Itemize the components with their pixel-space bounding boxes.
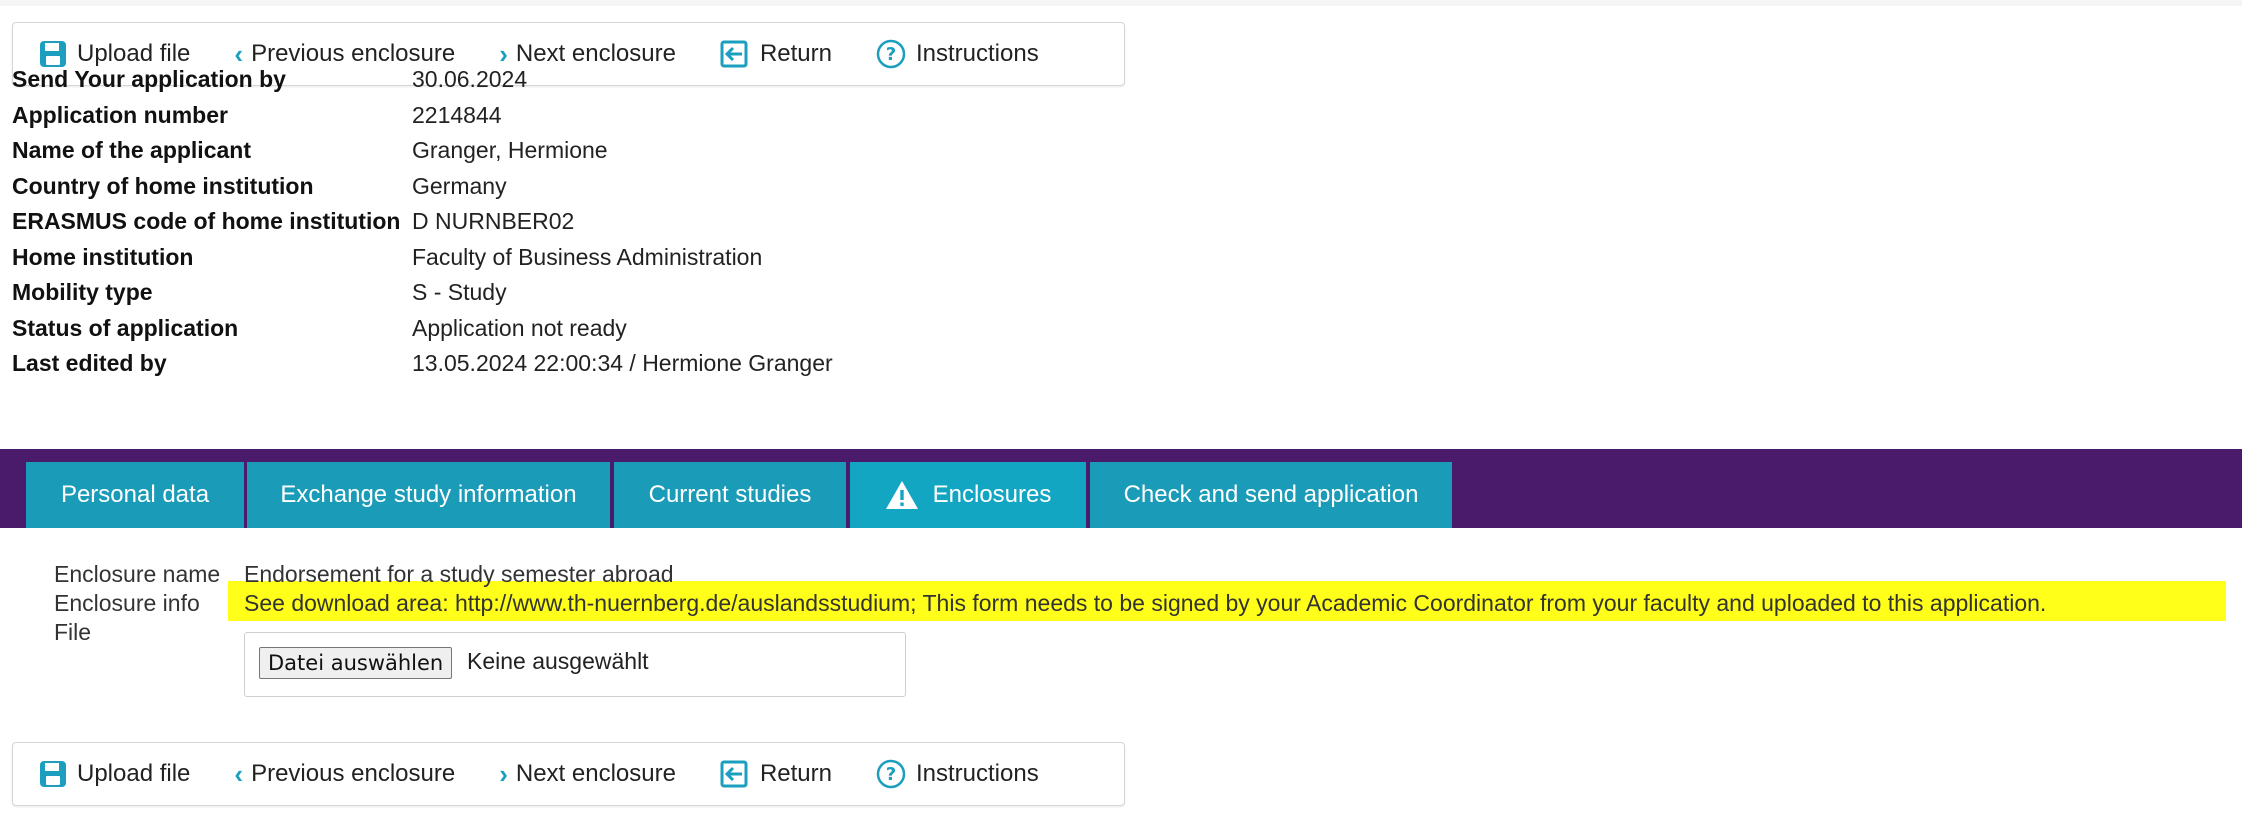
- info-label: Country of home institution: [12, 172, 314, 199]
- warning-icon: [885, 480, 919, 510]
- info-value: Granger, Hermione: [412, 137, 608, 163]
- info-row-deadline: Send Your application by 30.06.2024: [12, 62, 833, 98]
- info-value: D NURNBER02: [412, 208, 575, 234]
- info-label: Status of application: [12, 314, 239, 341]
- enclosure-info-value: See download area: http://www.th-nuernbe…: [244, 590, 2047, 616]
- file-status: Keine ausgewählt: [467, 648, 649, 674]
- return-icon: [720, 760, 750, 788]
- enclosure-name-value: Endorsement for a study semester abroad: [244, 561, 674, 587]
- info-row-applicant-name: Name of the applicant Granger, Hermione: [12, 133, 833, 169]
- instructions-label: Instructions: [915, 40, 1039, 67]
- next-enclosure-label: Next enclosure: [515, 760, 676, 787]
- info-value: S - Study: [412, 279, 507, 305]
- tab-label: Current studies: [648, 481, 812, 508]
- upload-file-label: Upload file: [77, 760, 191, 787]
- info-row-application-number: Application number 2214844: [12, 98, 833, 134]
- tab-label: Enclosures: [932, 481, 1052, 508]
- enclosure-name-row: Enclosure name Endorsement for a study s…: [54, 560, 2046, 589]
- info-label: Application number: [12, 101, 228, 128]
- info-value: 2214844: [412, 101, 502, 128]
- enclosure-info-row: Enclosure info See download area: http:/…: [54, 589, 2046, 618]
- tab-label: Personal data: [60, 481, 210, 508]
- tab-exchange-study-information[interactable]: Exchange study information: [247, 462, 610, 528]
- enclosure-file-label: File: [54, 619, 92, 645]
- info-row-mobility-type: Mobility type S - Study: [12, 275, 833, 311]
- top-strip: [0, 0, 2242, 6]
- chevron-right-icon: ›: [499, 758, 508, 789]
- info-row-country: Country of home institution Germany: [12, 169, 833, 205]
- info-value: Germany: [412, 172, 507, 199]
- previous-enclosure-button[interactable]: ‹ Previous enclosure: [234, 759, 455, 790]
- info-row-status: Status of application Application not rea…: [12, 311, 833, 347]
- previous-enclosure-label: Previous enclosure: [251, 760, 456, 787]
- info-label: Name of the applicant: [12, 137, 251, 163]
- tab-current-studies[interactable]: Current studies: [614, 462, 846, 528]
- tab-check-and-send[interactable]: Check and send application: [1090, 462, 1452, 528]
- upload-file-button[interactable]: Upload file: [39, 760, 190, 788]
- info-label: Mobility type: [12, 279, 153, 305]
- info-label: Last edited by: [12, 350, 167, 376]
- chevron-left-icon: ‹: [234, 758, 244, 789]
- svg-text:?: ?: [886, 764, 896, 785]
- info-row-last-edited: Last edited by 13.05.2024 22:00:34 / Herm…: [12, 346, 833, 382]
- svg-text:?: ?: [886, 44, 896, 65]
- tab-enclosures[interactable]: Enclosures: [850, 462, 1086, 528]
- file-input: Datei auswählen Keine ausgewählt: [244, 632, 906, 697]
- enclosure-info-label: Enclosure info: [54, 590, 200, 616]
- return-button[interactable]: Return: [720, 760, 832, 788]
- tab-label: Exchange study information: [280, 481, 577, 508]
- return-label: Return: [759, 760, 832, 787]
- help-icon: ?: [876, 759, 906, 789]
- instructions-button[interactable]: ? Instructions: [876, 759, 1039, 789]
- tab-label: Check and send application: [1123, 481, 1419, 508]
- next-enclosure-button[interactable]: › Next enclosure: [499, 759, 676, 790]
- instructions-button[interactable]: ? Instructions: [876, 39, 1039, 69]
- info-value: 30.06.2024: [412, 66, 528, 92]
- info-label: Send Your application by: [12, 66, 286, 92]
- info-row-erasmus-code: ERASMUS code of home institution D NURNBE…: [12, 204, 833, 240]
- enclosure-name-label: Enclosure name: [54, 561, 221, 587]
- info-value: Faculty of Business Administration: [412, 243, 763, 270]
- save-icon: [39, 760, 67, 788]
- application-info: Send Your application by 30.06.2024 Appli…: [12, 62, 833, 382]
- choose-file-button[interactable]: Datei auswählen: [259, 647, 453, 679]
- toolbar-bottom: Upload file ‹ Previous enclosure › Next …: [12, 742, 1125, 806]
- info-value: Application not ready: [412, 314, 627, 341]
- info-row-home-institution: Home institution Faculty of Business Admi…: [12, 240, 833, 276]
- info-value: 13.05.2024 22:00:34 / Hermione Granger: [412, 350, 833, 376]
- info-label: ERASMUS code of home institution: [12, 208, 401, 234]
- help-icon: ?: [876, 39, 906, 69]
- instructions-label: Instructions: [915, 760, 1039, 787]
- info-label: Home institution: [12, 243, 194, 270]
- tab-personal-data[interactable]: Personal data: [26, 462, 244, 528]
